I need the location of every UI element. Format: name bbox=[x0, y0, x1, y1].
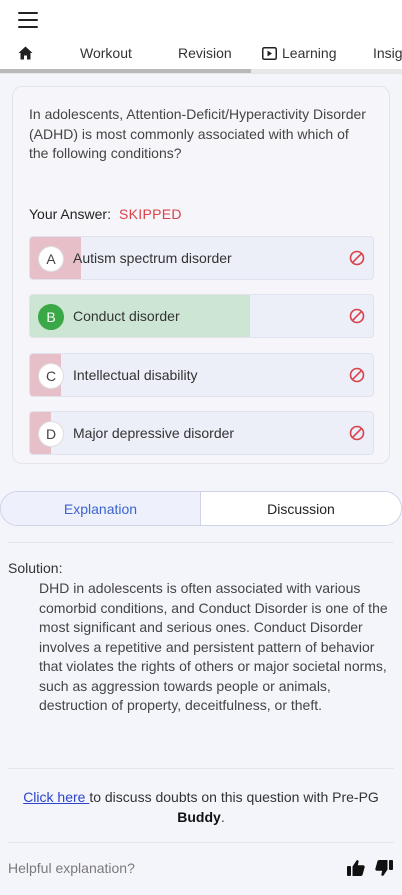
ban-icon bbox=[349, 425, 365, 441]
tab-explanation[interactable]: Explanation bbox=[1, 492, 201, 525]
tab-learning-label: Learning bbox=[282, 45, 337, 61]
question-card: In adolescents, Attention-Deficit/Hypera… bbox=[12, 86, 390, 464]
option-d[interactable]: D Major depressive disorder bbox=[29, 411, 374, 455]
tab-insights[interactable]: Insig bbox=[373, 38, 402, 68]
option-c-letter: C bbox=[38, 363, 64, 389]
tab-learning[interactable]: Learning bbox=[262, 38, 337, 68]
option-a[interactable]: A Autism spectrum disorder bbox=[29, 236, 374, 280]
discuss-link[interactable]: Click here bbox=[23, 789, 89, 805]
option-d-text: Major depressive disorder bbox=[73, 425, 235, 441]
solution-title: Solution: bbox=[8, 560, 63, 576]
your-answer-label: Your Answer: bbox=[29, 206, 111, 222]
helpful-label: Helpful explanation? bbox=[8, 860, 135, 876]
option-c[interactable]: C Intellectual disability bbox=[29, 353, 374, 397]
option-a-letter: A bbox=[38, 246, 64, 272]
tabs-scroll-indicator[interactable] bbox=[0, 69, 251, 73]
option-c-text: Intellectual disability bbox=[73, 367, 198, 383]
tab-workout[interactable]: Workout bbox=[80, 38, 132, 68]
your-answer-line: Your Answer: SKIPPED bbox=[29, 206, 182, 222]
discuss-prompt: Click here to discuss doubts on this que… bbox=[8, 788, 394, 827]
ban-icon bbox=[349, 308, 365, 324]
tab-discussion[interactable]: Discussion bbox=[201, 492, 401, 525]
divider bbox=[8, 768, 394, 769]
play-icon bbox=[262, 46, 277, 60]
hamburger-menu-icon[interactable] bbox=[18, 12, 38, 28]
option-b-letter: B bbox=[38, 304, 64, 330]
tab-revision-label: Revision bbox=[178, 45, 232, 61]
tab-home[interactable] bbox=[18, 38, 36, 68]
top-bar: Workout Revision Learning Insig bbox=[0, 0, 402, 74]
your-answer-status: SKIPPED bbox=[118, 206, 182, 222]
option-b[interactable]: B Conduct disorder bbox=[29, 294, 374, 338]
ban-icon bbox=[349, 250, 365, 266]
divider bbox=[8, 542, 394, 543]
option-d-letter: D bbox=[38, 421, 64, 447]
thumbs-down-icon[interactable] bbox=[374, 858, 394, 878]
discuss-end: . bbox=[220, 808, 225, 825]
discuss-text: to discuss doubts on this question with … bbox=[89, 789, 379, 805]
option-b-text: Conduct disorder bbox=[73, 308, 180, 324]
discuss-brand: Buddy bbox=[177, 808, 221, 825]
home-icon bbox=[18, 46, 33, 60]
question-text: In adolescents, Attention-Deficit/Hypera… bbox=[29, 106, 366, 161]
tab-insights-label: Insig bbox=[373, 45, 402, 61]
divider bbox=[8, 842, 394, 843]
option-a-text: Autism spectrum disorder bbox=[73, 250, 232, 266]
solution-body: DHD in adolescents is often associated w… bbox=[39, 580, 388, 713]
ban-icon bbox=[349, 367, 365, 383]
nav-tabs: Workout Revision Learning Insig bbox=[0, 38, 402, 70]
explanation-discussion-toggle: Explanation Discussion bbox=[0, 491, 402, 526]
thumbs-up-icon[interactable] bbox=[346, 858, 366, 878]
tab-revision[interactable]: Revision bbox=[178, 38, 232, 68]
tab-workout-label: Workout bbox=[80, 45, 132, 61]
